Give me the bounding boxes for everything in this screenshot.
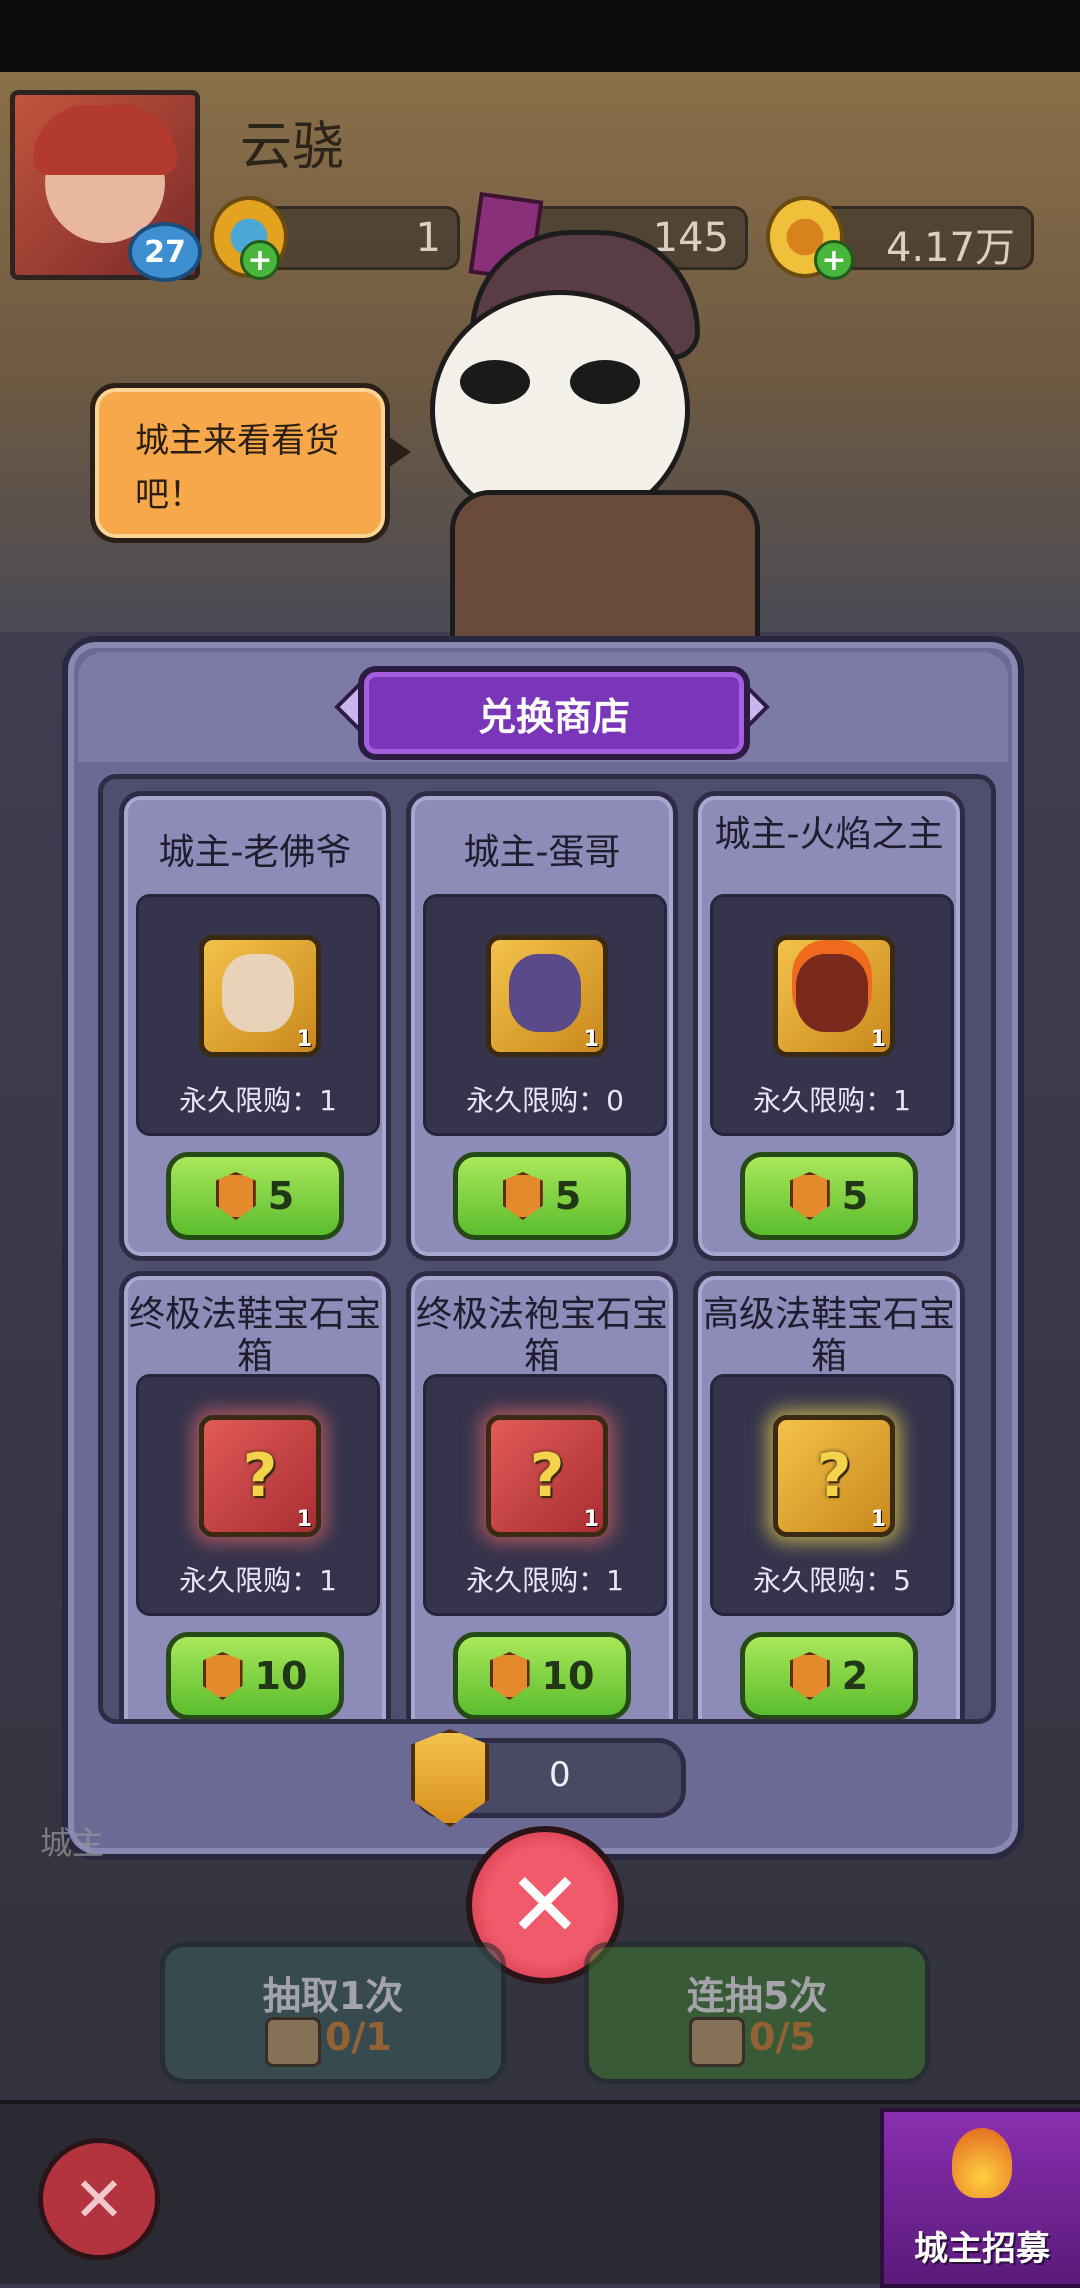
shop-title: 兑换商店 bbox=[358, 666, 750, 760]
item-name: 城主-蛋哥 bbox=[463, 832, 621, 873]
buy-button[interactable]: 5 bbox=[166, 1152, 344, 1240]
hero-flame-lord-portrait-icon: 1 bbox=[773, 935, 895, 1057]
scroll-icon bbox=[689, 2017, 745, 2067]
exchange-token-icon bbox=[411, 1729, 489, 1827]
add-gold-coin-button[interactable]: + bbox=[814, 240, 854, 280]
purchase-limit: 永久限购：1 bbox=[753, 1084, 911, 1117]
exchange-shop-dialog: 兑换商店 城主-老佛爷 1 永久限购：1 5 城主-蛋哥 1 永久限购：0 5 … bbox=[62, 636, 1024, 1860]
portrait-face bbox=[796, 954, 868, 1032]
item-name: 高级法鞋宝石宝箱 bbox=[702, 1294, 955, 1377]
portrait-face bbox=[509, 954, 581, 1032]
item-count: 1 bbox=[870, 1507, 886, 1532]
shop-item-card[interactable]: 城主-火焰之主 1 永久限购：1 5 bbox=[693, 791, 965, 1261]
purchase-limit: 永久限购：0 bbox=[466, 1084, 624, 1117]
avatar-hair bbox=[33, 105, 177, 175]
purchase-limit: 永久限购：1 bbox=[179, 1084, 337, 1117]
purchase-limit: 永久限购：1 bbox=[179, 1564, 337, 1597]
panda-eye-left bbox=[460, 360, 530, 404]
side-label: 城主 bbox=[40, 1824, 105, 1862]
level-badge: 27 bbox=[128, 222, 202, 282]
add-blue-coin-button[interactable]: + bbox=[240, 240, 280, 280]
purchase-limit: 永久限购：5 bbox=[753, 1564, 911, 1597]
gem-chest-red-icon: ? 1 bbox=[486, 1415, 608, 1537]
item-count: 1 bbox=[870, 1027, 886, 1052]
speech-tail bbox=[385, 434, 411, 470]
item-name: 城主-老佛爷 bbox=[158, 832, 352, 873]
token-icon bbox=[202, 1652, 243, 1700]
price: 5 bbox=[554, 1174, 582, 1218]
item-display: 1 永久限购：1 bbox=[136, 894, 380, 1136]
buy-button[interactable]: 5 bbox=[453, 1152, 631, 1240]
close-icon[interactable]: ✕ bbox=[38, 2138, 160, 2260]
token-balance: 0 bbox=[411, 1729, 686, 1827]
buy-button[interactable]: 5 bbox=[740, 1152, 918, 1240]
balance-value: 0 bbox=[549, 1755, 571, 1795]
price: 2 bbox=[841, 1654, 869, 1698]
item-display: ? 1 永久限购：5 bbox=[710, 1374, 954, 1616]
player-name: 云骁 bbox=[240, 117, 345, 177]
flame-icon bbox=[952, 2128, 1012, 2198]
item-display: 1 永久限购：1 bbox=[710, 894, 954, 1136]
item-count: 1 bbox=[296, 1507, 312, 1532]
draw-five-count: 0/5 bbox=[749, 2015, 816, 2059]
hero-old-man-portrait-icon: 1 bbox=[199, 935, 321, 1057]
price: 5 bbox=[267, 1174, 295, 1218]
lord-recruit-button[interactable]: 城主招募 bbox=[880, 2108, 1080, 2288]
scroll-icon bbox=[265, 2017, 321, 2067]
token-icon bbox=[789, 1652, 830, 1700]
hero-demon-portrait-icon: 1 bbox=[486, 935, 608, 1057]
shop-item-grid[interactable]: 城主-老佛爷 1 永久限购：1 5 城主-蛋哥 1 永久限购：0 5 城主-火焰… bbox=[98, 774, 996, 1724]
speech-bubble: 城主来看看货吧！ bbox=[90, 383, 411, 543]
status-bar bbox=[0, 0, 1080, 72]
recruit-label: 城主招募 bbox=[914, 2229, 1050, 2269]
item-display: ? 1 永久限购：1 bbox=[423, 1374, 667, 1616]
price: 10 bbox=[541, 1654, 595, 1698]
buy-button[interactable]: 2 bbox=[740, 1632, 918, 1719]
token-icon bbox=[502, 1172, 543, 1220]
gem-chest-red-icon: ? 1 bbox=[199, 1415, 321, 1537]
item-count: 1 bbox=[583, 1027, 599, 1052]
speech-text: 城主来看看货吧！ bbox=[135, 421, 339, 515]
price: 5 bbox=[841, 1174, 869, 1218]
panda-body bbox=[450, 490, 760, 650]
shop-item-card[interactable]: 终极法袍宝石宝箱 ? 1 永久限购：1 10 bbox=[406, 1271, 678, 1719]
token-icon bbox=[489, 1652, 530, 1700]
purchase-limit: 永久限购：1 bbox=[466, 1564, 624, 1597]
panda-merchant-character bbox=[410, 230, 790, 650]
buy-button[interactable]: 10 bbox=[166, 1632, 344, 1719]
panda-eye-right bbox=[570, 360, 640, 404]
item-name: 城主-火焰之主 bbox=[714, 814, 944, 855]
portrait-face bbox=[222, 954, 294, 1032]
item-count: 1 bbox=[583, 1507, 599, 1532]
item-count: 1 bbox=[296, 1027, 312, 1052]
draw-five-button[interactable]: 连抽5次 0/5 bbox=[584, 1942, 930, 2084]
shop-item-card[interactable]: 城主-蛋哥 1 永久限购：0 5 bbox=[406, 791, 678, 1261]
draw-five-label: 连抽5次 bbox=[686, 1974, 828, 2018]
shop-item-card[interactable]: 终极法鞋宝石宝箱 ? 1 永久限购：1 10 bbox=[119, 1271, 391, 1719]
price: 10 bbox=[254, 1654, 308, 1698]
token-icon bbox=[215, 1172, 256, 1220]
item-display: 1 永久限购：0 bbox=[423, 894, 667, 1136]
shop-item-card[interactable]: 高级法鞋宝石宝箱 ? 1 永久限购：5 2 bbox=[693, 1271, 965, 1719]
item-display: ? 1 永久限购：1 bbox=[136, 1374, 380, 1616]
token-icon bbox=[789, 1172, 830, 1220]
draw-once-button[interactable]: 抽取1次 0/1 bbox=[160, 1942, 506, 2084]
gem-chest-gold-icon: ? 1 bbox=[773, 1415, 895, 1537]
draw-once-label: 抽取1次 bbox=[262, 1974, 404, 2018]
item-name: 终极法鞋宝石宝箱 bbox=[128, 1294, 381, 1377]
buy-button[interactable]: 10 bbox=[453, 1632, 631, 1719]
resource-value: 4.17万 bbox=[885, 225, 1015, 271]
draw-once-count: 0/1 bbox=[325, 2015, 392, 2059]
shop-item-card[interactable]: 城主-老佛爷 1 永久限购：1 5 bbox=[119, 791, 391, 1261]
item-name: 终极法袍宝石宝箱 bbox=[415, 1294, 668, 1377]
